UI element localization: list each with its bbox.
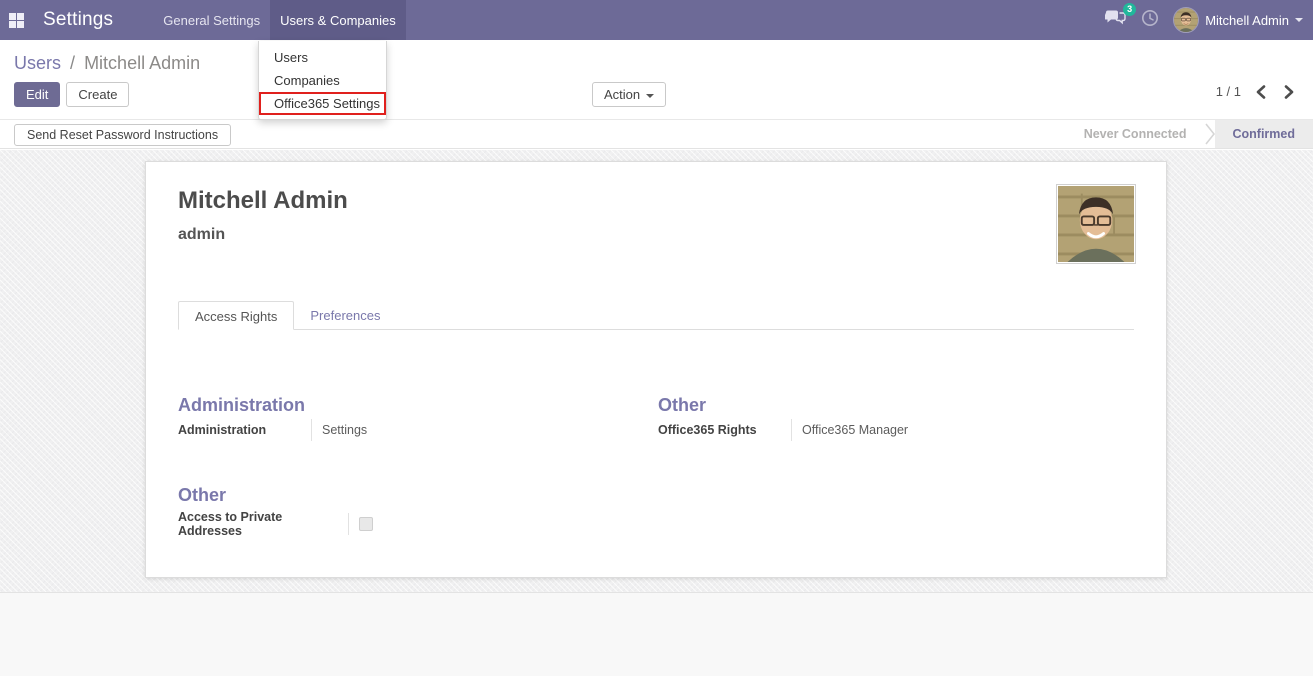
chevron-left-icon: [1256, 84, 1266, 99]
field-value-administration: Settings: [322, 423, 368, 437]
edit-button[interactable]: Edit: [14, 82, 61, 107]
form-statusbar: Send Reset Password Instructions Never C…: [0, 119, 1313, 149]
app-brand-title[interactable]: Settings: [43, 9, 113, 31]
create-button[interactable]: Create: [66, 82, 130, 107]
state-confirmed[interactable]: Confirmed: [1214, 120, 1313, 148]
navbar-right: 3 Mitchell Admin: [1104, 0, 1303, 40]
form-buttons: Edit Create: [14, 82, 130, 107]
activities-button[interactable]: [1141, 9, 1159, 32]
breadcrumb: Users / Mitchell Admin: [14, 53, 200, 74]
section-heading-administration: Administration: [178, 395, 306, 415]
apps-grid-icon[interactable]: [9, 12, 24, 28]
navbar-menu: General Settings Users & Companies: [153, 0, 406, 40]
user-avatar: [1173, 7, 1200, 33]
section-heading-other-right: Other: [658, 395, 707, 415]
dropdown-item-office365-settings[interactable]: Office365 Settings: [259, 92, 386, 115]
users-companies-dropdown: Users Companies Office365 Settings: [258, 41, 387, 120]
breadcrumb-separator: /: [70, 53, 76, 73]
breadcrumb-current: Mitchell Admin: [84, 53, 201, 73]
dropdown-item-users[interactable]: Users: [259, 46, 386, 69]
messages-button[interactable]: 3: [1104, 3, 1137, 31]
field-separator: [348, 513, 349, 535]
menu-users-companies[interactable]: Users & Companies: [270, 0, 406, 40]
navbar-left: Settings General Settings Users & Compan…: [0, 0, 406, 40]
user-name-title: Mitchell Admin: [178, 187, 348, 214]
user-login: admin: [178, 226, 226, 243]
action-menu-wrap: Action: [592, 82, 667, 107]
breadcrumb-users-link[interactable]: Users: [14, 53, 61, 73]
field-office365-rights: Office365 Rights Office365 Manager: [658, 419, 908, 441]
top-navbar: Settings General Settings Users & Compan…: [0, 0, 1313, 40]
field-administration: Administration Settings: [178, 419, 367, 441]
chevron-right-icon: [1284, 84, 1294, 99]
action-dropdown-button[interactable]: Action: [592, 82, 667, 107]
user-menu[interactable]: Mitchell Admin: [1173, 7, 1303, 33]
pager-previous-button[interactable]: [1255, 84, 1266, 99]
field-access-private-addresses: Access to Private Addresses: [178, 510, 373, 538]
field-separator: [791, 419, 792, 441]
caret-down-icon: [1295, 18, 1303, 22]
pager-next-button[interactable]: [1284, 84, 1295, 99]
field-label-office365-rights: Office365 Rights: [658, 423, 757, 437]
messages-count-badge: 3: [1123, 3, 1137, 16]
statusbar-arrow-icon: [1204, 120, 1215, 148]
state-never-connected[interactable]: Never Connected: [1066, 120, 1205, 148]
field-value-office365-rights: Office365 Manager: [802, 423, 909, 437]
pager-value[interactable]: 1 / 1: [1216, 84, 1241, 99]
field-label-access-private-addresses: Access to Private Addresses: [178, 510, 283, 538]
user-form-sheet: Mitchell Admin admin Access Rights Prefe…: [145, 161, 1167, 578]
statusbar-states: Never Connected Confirmed: [1066, 120, 1313, 148]
menu-general-settings[interactable]: General Settings: [153, 0, 270, 40]
user-photo: [1056, 184, 1136, 264]
field-separator: [311, 419, 312, 441]
section-heading-other-left: Other: [178, 485, 227, 505]
tab-preferences[interactable]: Preferences: [294, 301, 396, 330]
footer-background: [0, 592, 1313, 676]
user-name-label: Mitchell Admin: [1205, 12, 1289, 28]
screen: Settings General Settings Users & Compan…: [0, 0, 1313, 676]
dropdown-item-companies[interactable]: Companies: [259, 69, 386, 92]
send-reset-password-button[interactable]: Send Reset Password Instructions: [14, 124, 232, 146]
access-private-addresses-checkbox: [359, 517, 373, 531]
notebook-tabs: Access Rights Preferences: [178, 301, 1134, 330]
control-panel: Users / Mitchell Admin Edit Create Actio…: [0, 40, 1313, 119]
tab-access-rights[interactable]: Access Rights: [178, 301, 295, 330]
field-label-administration: Administration: [178, 423, 267, 437]
pager: 1 / 1: [1216, 84, 1295, 99]
clock-icon: [1141, 9, 1159, 32]
pager-nav: [1255, 84, 1295, 99]
caret-down-icon: [646, 93, 655, 98]
